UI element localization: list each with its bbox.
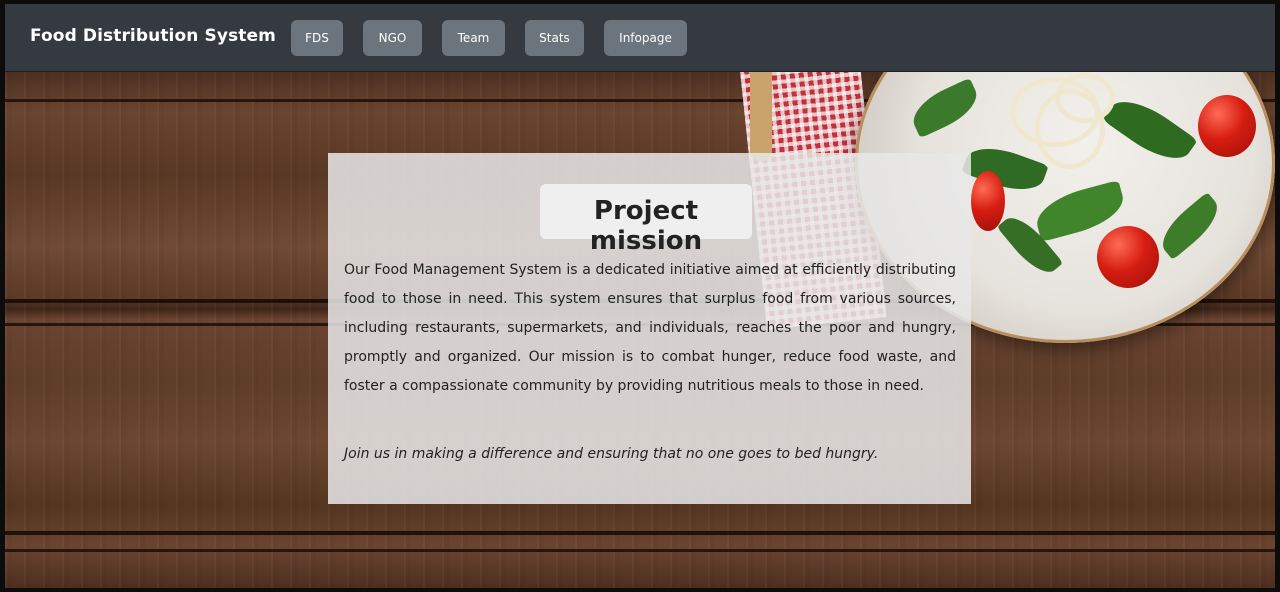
mission-call-to-action: Join us in making a difference and ensur…: [344, 446, 879, 462]
mission-description: Our Food Management System is a dedicate…: [344, 262, 956, 394]
nav-button-infopage[interactable]: Infopage: [604, 20, 687, 56]
nav-button-stats[interactable]: Stats: [525, 20, 584, 56]
screen-frame: Food Distribution System FDS NGO Team St…: [0, 0, 1280, 592]
cherry-tomato: [1097, 226, 1159, 288]
nav-button-team[interactable]: Team: [442, 20, 505, 56]
top-navbar: Food Distribution System FDS NGO Team St…: [5, 4, 1275, 71]
plank-divider: [5, 549, 1275, 552]
wooden-board: [750, 71, 772, 161]
nav-button-fds[interactable]: FDS: [291, 20, 343, 56]
mission-title-box: Project mission: [540, 184, 752, 256]
cherry-tomato: [971, 171, 1005, 231]
brand-title[interactable]: Food Distribution System: [30, 26, 276, 46]
app-window: Food Distribution System FDS NGO Team St…: [5, 4, 1275, 588]
cherry-tomato: [1198, 95, 1256, 157]
nav-button-ngo[interactable]: NGO: [363, 20, 422, 56]
nav-buttons: FDS NGO Team Stats Infopage: [291, 20, 707, 56]
mission-title: Project mission: [589, 196, 703, 256]
noodle-strand: [1055, 73, 1115, 123]
mission-card: Project mission Our Food Management Syst…: [328, 153, 971, 504]
